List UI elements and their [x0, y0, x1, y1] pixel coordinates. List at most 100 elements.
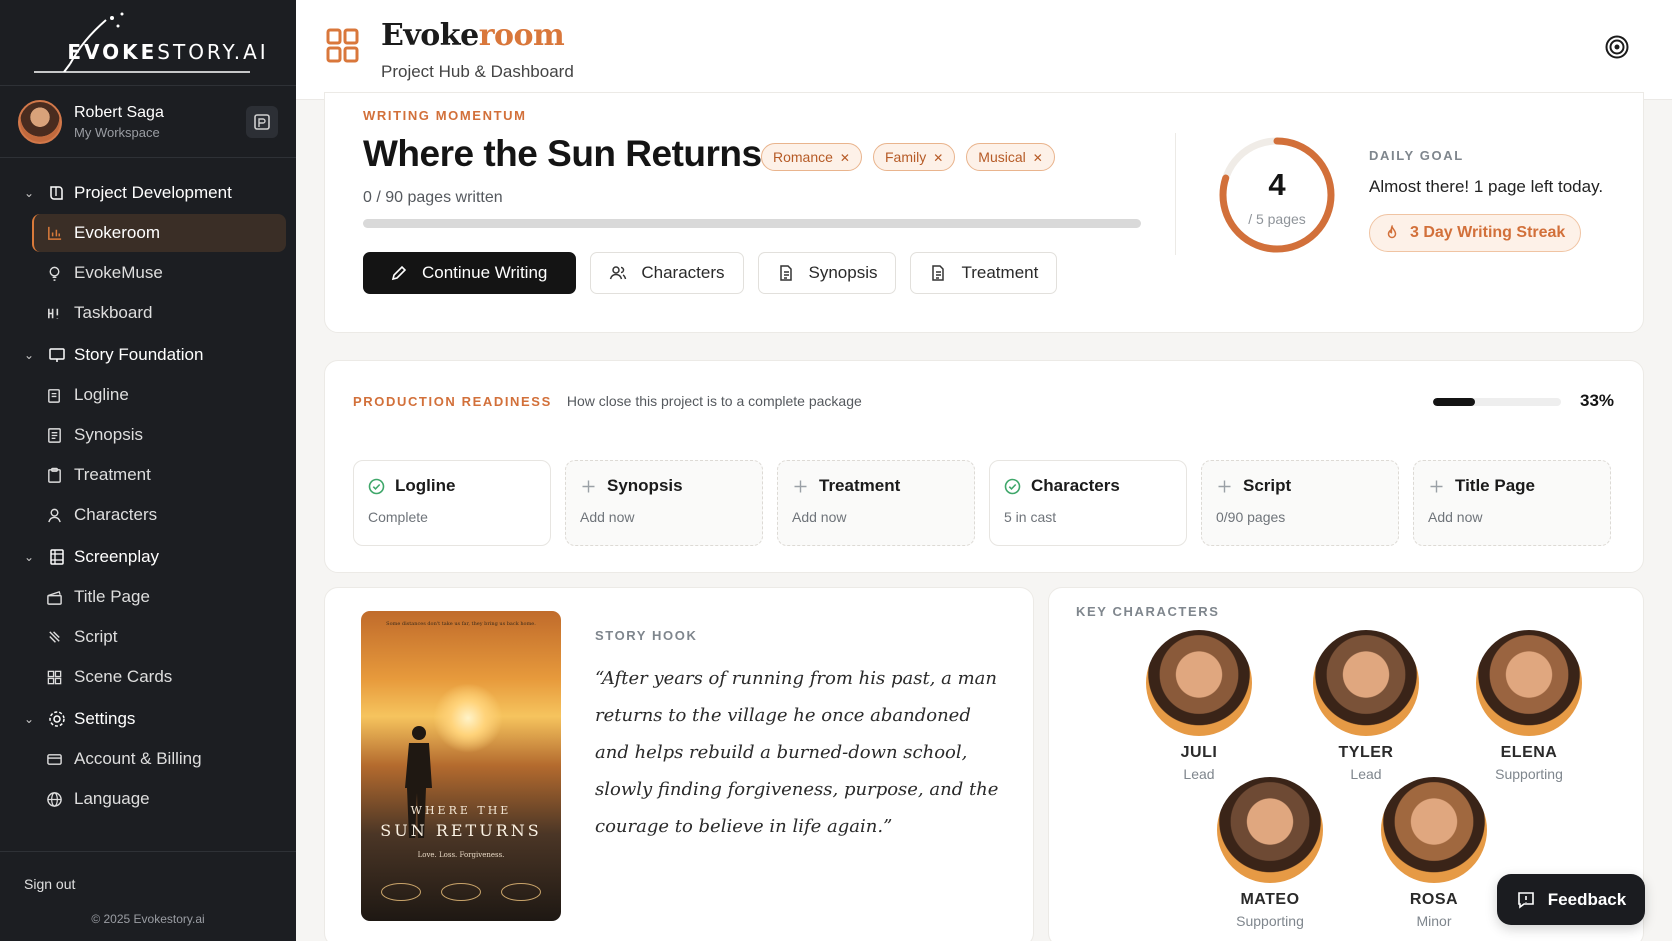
- poster-tagline: Some distances don't take us far, they b…: [386, 621, 536, 627]
- writing-momentum-card: WRITING MOMENTUM Where the Sun Returns R…: [324, 92, 1644, 333]
- character-card[interactable]: MATEO Supporting: [1200, 777, 1340, 929]
- continue-writing-button[interactable]: Continue Writing: [363, 252, 577, 294]
- readiness-tile[interactable]: Title Page Add now: [1413, 460, 1611, 546]
- poster-sun: [433, 683, 503, 753]
- poster-subline: Love. Loss. Forgiveness.: [417, 851, 505, 859]
- character-name: MATEO: [1240, 891, 1300, 908]
- chevron-down-icon: ⌄: [24, 186, 35, 200]
- character-role: Supporting: [1236, 913, 1304, 929]
- sidebar-item-label: Characters: [74, 505, 158, 524]
- characters-button[interactable]: Characters: [590, 252, 744, 294]
- action-buttons: Continue Writing Characters Synopsis Tre…: [363, 252, 1058, 294]
- character-name: TYLER: [1338, 744, 1394, 761]
- plus-icon: [794, 480, 807, 492]
- dashboard-grid-icon: [326, 28, 359, 63]
- laurel-icon: [441, 883, 481, 901]
- streak-text: 3 Day Writing Streak: [1410, 224, 1566, 241]
- globe-icon: [47, 791, 62, 807]
- sidebar-item-evokemuse[interactable]: EvokeMuse: [32, 254, 286, 292]
- tile-status: 0/90 pages: [1216, 509, 1286, 525]
- sidebar-item-treatment[interactable]: Treatment: [32, 456, 286, 494]
- panel-icon: [254, 113, 270, 130]
- section-settings[interactable]: ⌄ Settings: [0, 700, 296, 738]
- tile-status: Add now: [1428, 509, 1483, 525]
- section-story-foundation[interactable]: ⌄ Story Foundation: [0, 336, 296, 374]
- daily-goal-message: Almost there! 1 page left today.: [1369, 177, 1604, 196]
- feedback-button[interactable]: Feedback: [1497, 874, 1645, 925]
- sidebar-item-label: Account & Billing: [74, 749, 202, 768]
- tile-status: Add now: [580, 509, 635, 525]
- goal-label: / 5 pages: [1248, 211, 1306, 227]
- page-title: Evokeroom: [381, 18, 565, 53]
- check-circle-icon: [1004, 478, 1021, 494]
- sidebar-item-logline[interactable]: Logline: [32, 376, 286, 414]
- document-icon: [932, 265, 945, 281]
- character-card[interactable]: ELENA Supporting: [1459, 630, 1599, 782]
- sidebar-item-taskboard[interactable]: Taskboard: [32, 294, 286, 332]
- close-icon[interactable]: ✕: [840, 151, 850, 165]
- task-icon: [48, 308, 59, 319]
- grid-icon: [47, 670, 62, 684]
- lightbulb-icon: [49, 266, 60, 281]
- sidebar-item-synopsis[interactable]: Synopsis: [32, 416, 286, 454]
- tile-title: Treatment: [819, 476, 901, 495]
- character-card[interactable]: JULI Lead: [1129, 630, 1269, 782]
- section-project-development[interactable]: ⌄ Project Development: [0, 174, 296, 212]
- writing-streak-badge: 3 Day Writing Streak: [1369, 214, 1582, 252]
- check-circle-icon: [368, 478, 385, 494]
- edit-doc-icon: [48, 388, 60, 403]
- target-icon[interactable]: [1604, 34, 1630, 60]
- page-subtitle: Project Hub & Dashboard: [381, 62, 574, 81]
- character-card[interactable]: TYLER Lead: [1296, 630, 1436, 782]
- close-icon[interactable]: ✕: [1033, 151, 1043, 165]
- sidebar-item-scene-cards[interactable]: Scene Cards: [32, 658, 286, 696]
- story-hook-card: Some distances don't take us far, they b…: [324, 587, 1034, 941]
- sidebar-item-label: EvokeMuse: [74, 263, 163, 282]
- character-card[interactable]: ROSA Minor: [1364, 777, 1504, 929]
- genre-tag[interactable]: Family ✕: [872, 143, 956, 171]
- character-name: ROSA: [1409, 891, 1459, 908]
- poster-title-line1: WHERE THE: [410, 804, 512, 817]
- synopsis-button[interactable]: Synopsis: [757, 252, 897, 294]
- clipboard-icon: [48, 467, 61, 483]
- board-icon: [49, 348, 65, 362]
- character-portrait: [1146, 630, 1252, 736]
- sidebar-item-characters[interactable]: Characters: [32, 496, 286, 534]
- readiness-tile[interactable]: Script 0/90 pages: [1201, 460, 1399, 546]
- list-doc-icon: [48, 427, 61, 443]
- sign-out-link[interactable]: Sign out: [24, 876, 75, 892]
- close-icon[interactable]: ✕: [933, 151, 943, 165]
- genre-tag[interactable]: Romance ✕: [761, 143, 862, 171]
- readiness-tile[interactable]: Characters 5 in cast: [989, 460, 1187, 546]
- sidebar-item-title-page[interactable]: Title Page: [32, 578, 286, 616]
- section-eyebrow: KEY CHARACTERS: [1076, 604, 1220, 619]
- message-icon: [1517, 891, 1534, 909]
- sidebar-item-evokeroom[interactable]: Evokeroom: [32, 214, 286, 252]
- sidebar-item-account-billing[interactable]: Account & Billing: [32, 740, 286, 778]
- readiness-tile[interactable]: Logline Complete: [353, 460, 551, 546]
- genre-tag[interactable]: Musical ✕: [966, 143, 1055, 171]
- button-label: Characters: [641, 263, 725, 282]
- treatment-button[interactable]: Treatment: [910, 252, 1058, 294]
- document-icon: [779, 265, 792, 281]
- sidebar-item-label: Treatment: [74, 465, 151, 484]
- logo[interactable]: EVOKESTORY.AI: [0, 0, 296, 86]
- panel-toggle-button[interactable]: [246, 105, 278, 138]
- avatar: [18, 99, 62, 144]
- button-label: Continue Writing: [422, 263, 548, 282]
- workspace-name: My Workspace: [74, 124, 160, 140]
- sidebar-item-language[interactable]: Language: [32, 780, 286, 818]
- character-portrait: [1217, 777, 1323, 883]
- readiness-tile[interactable]: Treatment Add now: [777, 460, 975, 546]
- chevron-down-icon: ⌄: [24, 348, 35, 362]
- laurel-icon: [501, 883, 541, 901]
- plus-icon: [582, 480, 595, 492]
- sidebar-item-script[interactable]: Script: [32, 618, 286, 656]
- movie-poster[interactable]: Some distances don't take us far, they b…: [361, 611, 561, 921]
- user-profile[interactable]: Robert Saga My Workspace: [0, 86, 296, 158]
- sidebar-item-label: Script: [74, 627, 118, 646]
- character-name: ELENA: [1500, 744, 1558, 761]
- section-screenplay[interactable]: ⌄ Screenplay: [0, 538, 296, 576]
- readiness-tile[interactable]: Synopsis Add now: [565, 460, 763, 546]
- button-label: Treatment: [961, 263, 1039, 282]
